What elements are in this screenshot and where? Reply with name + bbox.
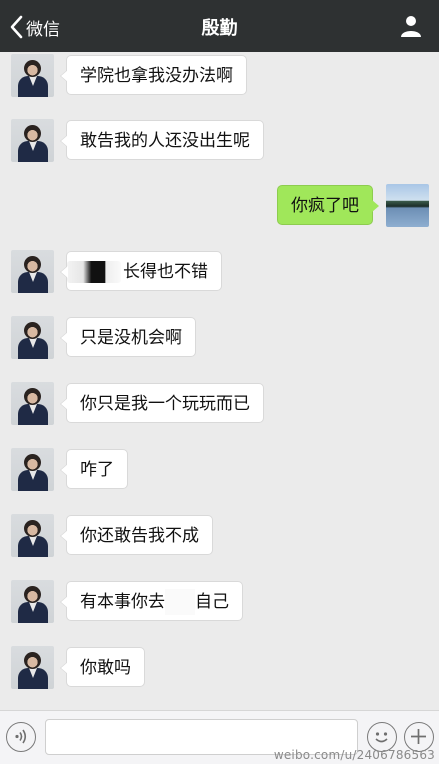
message-row: 你敢吗 <box>0 646 439 692</box>
voice-icon <box>7 729 34 754</box>
message-row: 你还敢告我不成 <box>0 514 439 560</box>
message-bubble[interactable]: 你还敢告我不成 <box>60 515 213 555</box>
contact-avatar[interactable] <box>11 250 54 293</box>
contact-avatar[interactable] <box>11 54 54 97</box>
contact-avatar[interactable] <box>11 580 54 623</box>
message-bubble[interactable]: 有本事你去 自己 <box>60 581 243 621</box>
input-bar: weibo.com/u/2406786563 <box>0 710 439 764</box>
chat-title: 殷勤 <box>201 18 238 39</box>
watermark: weibo.com/u/2406786563 <box>273 748 435 762</box>
message-row: 咋了 <box>0 448 439 494</box>
message-bubble[interactable]: 你敢吗 <box>60 647 145 687</box>
message-bubble[interactable]: 你疯了吧 <box>277 185 379 225</box>
contact-avatar[interactable] <box>11 316 54 359</box>
message-text: 长得也不错 <box>123 262 208 282</box>
redaction-mark <box>67 261 121 283</box>
message-row: 你疯了吧 <box>0 184 439 230</box>
message-bubble[interactable]: 只是没机会啊 <box>60 317 196 357</box>
contact-avatar[interactable] <box>11 646 54 689</box>
voice-button[interactable] <box>6 722 36 752</box>
message-row: 有本事你去 自己 <box>0 580 439 626</box>
person-icon <box>399 16 423 42</box>
nav-bar: 微信 殷勤 <box>0 0 439 52</box>
message-bubble[interactable]: 你只是我一个玩玩而已 <box>60 383 264 423</box>
redaction-mark <box>165 589 195 615</box>
message-row: 敢告我的人还没出生呢 <box>0 119 439 165</box>
my-avatar[interactable] <box>386 184 429 227</box>
message-row: 学院也拿我没办法啊 <box>0 54 439 100</box>
message-bubble[interactable]: 学院也拿我没办法啊 <box>60 55 247 95</box>
contact-avatar[interactable] <box>11 382 54 425</box>
chat-area[interactable]: 学院也拿我没办法啊 敢告我的人还没出生呢 你疯了吧 长得也不错 只是没机会啊 你… <box>0 52 439 710</box>
contact-avatar[interactable] <box>11 514 54 557</box>
message-row: 长得也不错 <box>0 250 439 296</box>
profile-button[interactable] <box>399 14 423 38</box>
message-text: 自己 <box>195 592 229 612</box>
message-row: 只是没机会啊 <box>0 316 439 362</box>
message-bubble[interactable]: 咋了 <box>60 449 128 489</box>
message-bubble[interactable]: 长得也不错 <box>60 251 222 291</box>
contact-avatar[interactable] <box>11 448 54 491</box>
message-bubble[interactable]: 敢告我的人还没出生呢 <box>60 120 264 160</box>
contact-avatar[interactable] <box>11 119 54 162</box>
message-row: 你只是我一个玩玩而已 <box>0 382 439 428</box>
message-text: 有本事你去 <box>80 592 165 612</box>
